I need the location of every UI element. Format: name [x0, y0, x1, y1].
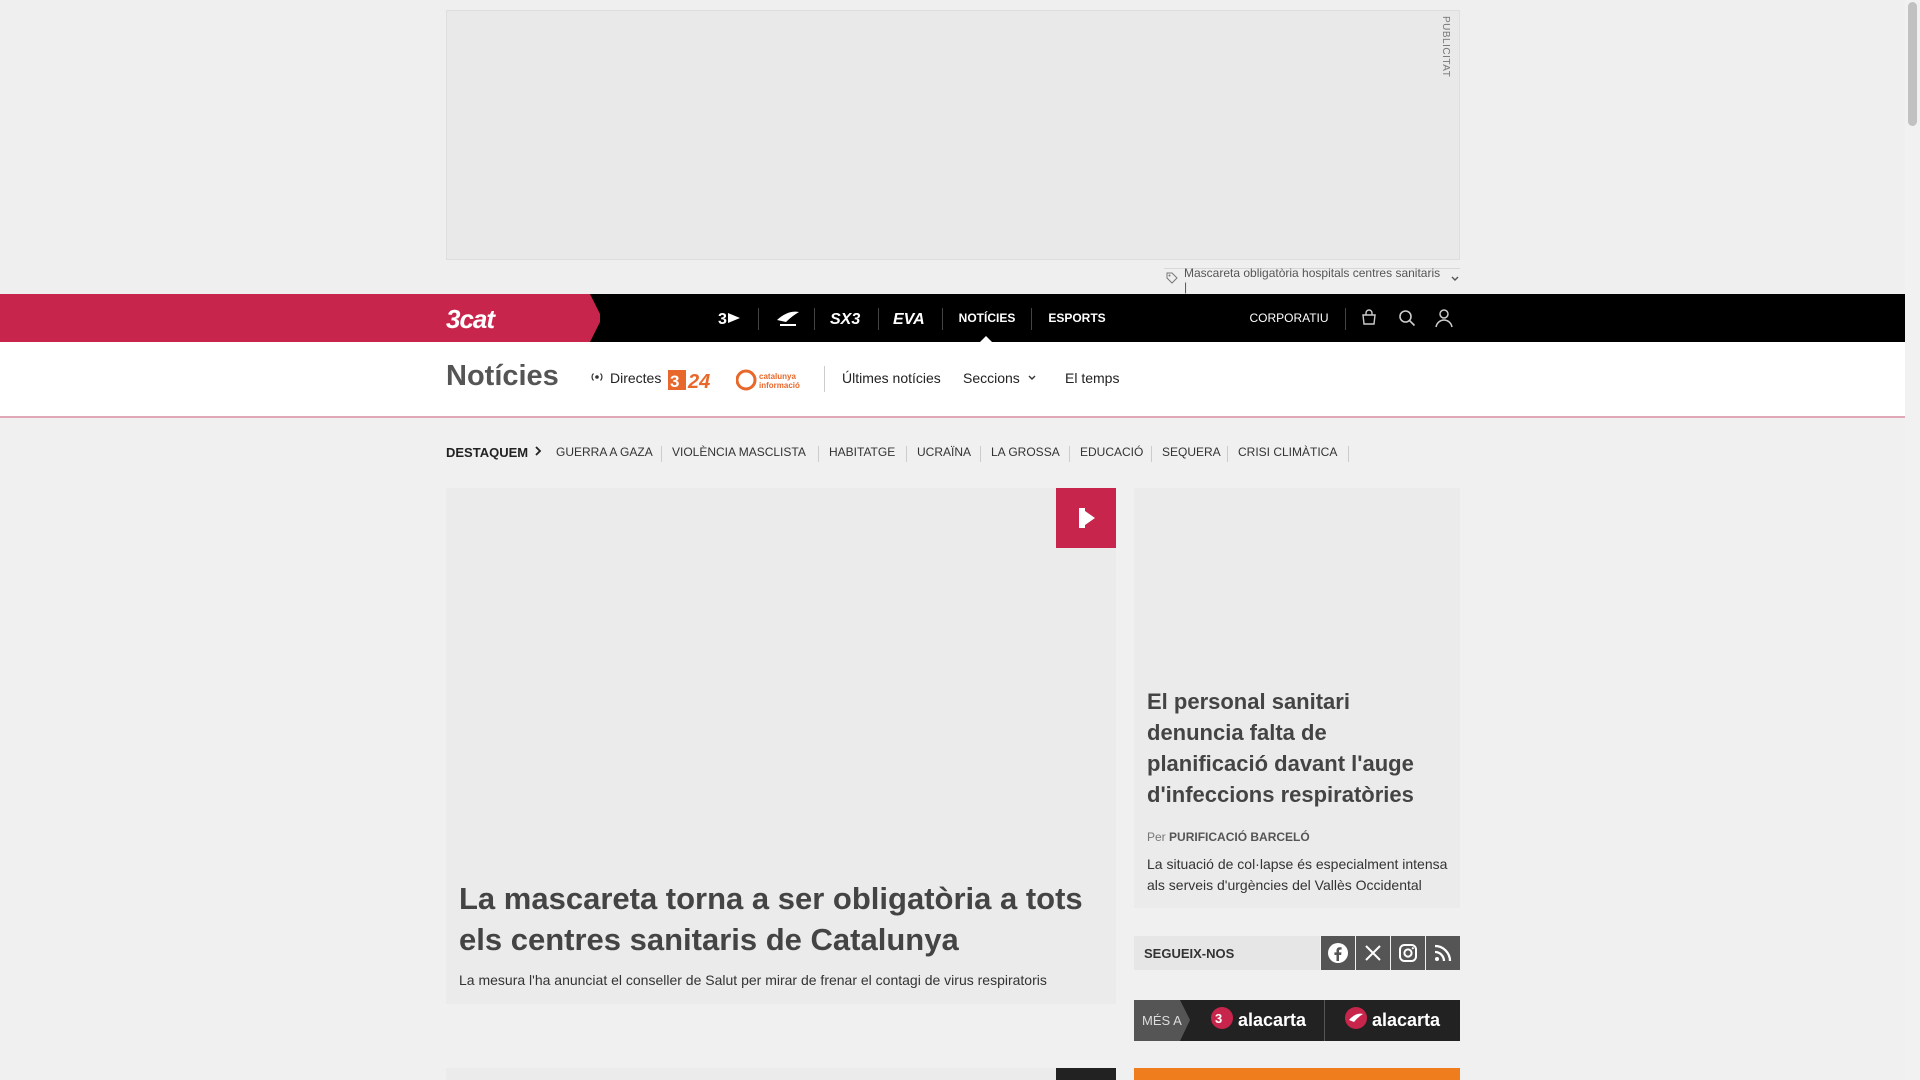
- highlight-separator: [1151, 446, 1152, 462]
- svg-text:SX3: SX3: [830, 311, 860, 327]
- rss-icon[interactable]: [1426, 936, 1460, 970]
- svg-text:informació: informació: [759, 381, 800, 390]
- ad-banner[interactable]: [446, 10, 1460, 260]
- nav-separator: [942, 308, 943, 330]
- play-button[interactable]: [1056, 488, 1116, 548]
- nav-separator: [814, 308, 815, 330]
- byline-author: PURIFICACIÓ BARCELÓ: [1169, 830, 1310, 844]
- svg-text:EVA: EVA: [893, 311, 925, 327]
- ultimes-noticies-link[interactable]: Últimes notícies: [842, 370, 941, 386]
- nav-separator: [1031, 308, 1032, 330]
- main-article-headline[interactable]: La mascareta torna a ser obligatòria a t…: [459, 878, 1099, 960]
- eva-logo[interactable]: EVA: [890, 294, 930, 342]
- highlight-habitatge[interactable]: HABITATGE: [829, 445, 895, 459]
- destaquem-label[interactable]: DESTAQUEM: [446, 445, 544, 460]
- highlight-grossa[interactable]: LA GROSSA: [991, 445, 1060, 459]
- follow-label: SEGUEIX-NOS: [1134, 936, 1320, 970]
- highlight-separator: [1348, 446, 1349, 462]
- nav-separator: [758, 308, 759, 330]
- directes-link[interactable]: Directes: [590, 370, 661, 386]
- highlight-ucraina[interactable]: UCRAÏNA: [917, 445, 971, 459]
- tag-icon: [1166, 272, 1178, 287]
- catalunya-informacio-logo[interactable]: catalunya informació: [735, 368, 808, 397]
- scrollbar-thumb[interactable]: [1908, 2, 1917, 126]
- tv3-icon: 3: [1210, 1006, 1234, 1035]
- brand-bar: [0, 294, 600, 342]
- play-icon: [1079, 508, 1095, 528]
- destaquem-text: DESTAQUEM: [446, 445, 529, 460]
- tag-breadcrumb[interactable]: Mascareta obligatòria hospitals centres …: [1164, 266, 1460, 294]
- highlight-violencia[interactable]: VIOLÈNCIA MASCLISTA: [672, 445, 806, 459]
- next-side-card[interactable]: [1134, 1068, 1460, 1080]
- highlight-separator: [1227, 446, 1228, 462]
- side-article-summary: La situació de col·lapse és especialment…: [1147, 856, 1448, 893]
- seccions-dropdown[interactable]: Seccions: [963, 370, 1038, 386]
- svg-text:24: 24: [687, 371, 710, 392]
- mes-a-label: MÉS A: [1134, 1000, 1190, 1041]
- svg-text:3: 3: [718, 311, 727, 327]
- byline-prefix: Per: [1147, 830, 1166, 844]
- chevron-down-icon: [1026, 370, 1038, 386]
- alacarta-label: alacarta: [1372, 1010, 1441, 1030]
- x-icon[interactable]: [1356, 936, 1390, 970]
- highlight-separator: [980, 446, 981, 462]
- instagram-icon[interactable]: [1391, 936, 1425, 970]
- highlight-crisi[interactable]: CRISI CLIMÀTICA: [1238, 445, 1337, 459]
- highlight-educacio[interactable]: EDUCACIÓ: [1080, 445, 1143, 459]
- shop-icon[interactable]: [1357, 306, 1381, 330]
- search-icon[interactable]: [1395, 306, 1419, 330]
- directes-label: Directes: [610, 370, 662, 386]
- catradio-icon: [1344, 1006, 1368, 1035]
- highlight-separator: [906, 446, 907, 462]
- nav-corporatiu[interactable]: CORPORATIU: [1246, 294, 1332, 342]
- nav-separator: [1345, 308, 1346, 330]
- nav-esports[interactable]: ESPORTS: [1044, 294, 1110, 342]
- highlight-gaza[interactable]: GUERRA A GAZA: [556, 445, 653, 459]
- nav-noticies[interactable]: NOTÍCIES: [954, 294, 1020, 342]
- highlight-separator: [1069, 446, 1070, 462]
- side-article-byline: Per PURIFICACIÓ BARCELÓ: [1147, 830, 1310, 844]
- live-icon: [590, 370, 604, 386]
- next-article-badge: [1056, 1068, 1116, 1080]
- section-title[interactable]: Notícies: [446, 360, 559, 393]
- section-separator: [824, 366, 825, 392]
- next-article-card[interactable]: [446, 1068, 1116, 1080]
- alacarta-separator: [1324, 1000, 1325, 1041]
- svg-text:catalunya: catalunya: [759, 372, 796, 381]
- tag-text: Mascareta obligatòria hospitals centres …: [1184, 265, 1441, 294]
- tv3-alacarta-link[interactable]: 3 alacarta: [1210, 1000, 1306, 1041]
- ad-label: PUBLICITAT: [1440, 16, 1451, 78]
- side-article-headline[interactable]: El personal sanitari denuncia falta de p…: [1147, 686, 1447, 810]
- alacarta-label: alacarta: [1238, 1010, 1307, 1030]
- facebook-icon[interactable]: [1321, 936, 1355, 970]
- 324-logo[interactable]: 3 24: [668, 368, 722, 397]
- svg-text:3: 3: [670, 372, 679, 391]
- catradio-alacarta-link[interactable]: alacarta: [1344, 1000, 1440, 1041]
- el-temps-link[interactable]: El temps: [1065, 370, 1119, 386]
- tv3-logo[interactable]: 3: [712, 294, 746, 342]
- user-icon[interactable]: [1432, 306, 1456, 330]
- nav-separator: [878, 308, 879, 330]
- main-article-summary: La mesura l'ha anunciat el conseller de …: [459, 972, 1047, 988]
- svg-text:3: 3: [1215, 1011, 1222, 1026]
- section-bar: [0, 342, 1905, 418]
- highlight-separator: [818, 446, 819, 462]
- 3cat-logo[interactable]: 3cat: [446, 304, 495, 335]
- chevron-right-icon: [532, 445, 544, 460]
- highlight-sequera[interactable]: SEQUERA: [1162, 445, 1221, 459]
- chevron-down-icon[interactable]: [1450, 273, 1460, 287]
- highlight-separator: [661, 446, 662, 462]
- seccions-label: Seccions: [963, 370, 1020, 386]
- catradio-logo[interactable]: [770, 294, 806, 342]
- sx3-logo[interactable]: SX3: [826, 294, 868, 342]
- scrollbar[interactable]: [1905, 0, 1920, 1080]
